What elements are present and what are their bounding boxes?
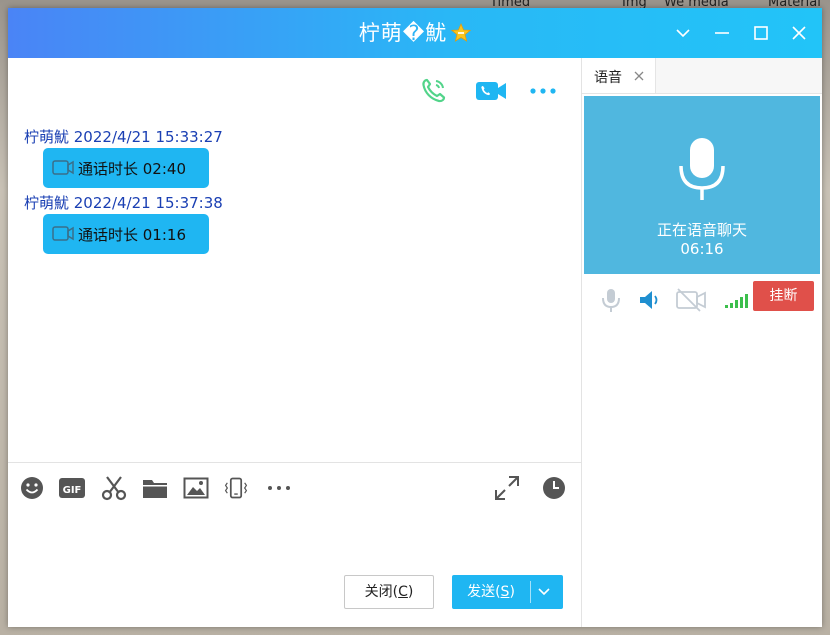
svg-text:GIF: GIF [63,485,82,496]
shake-icon[interactable] [223,475,249,501]
chat-panel: 柠萌魷 2022/4/21 15:33:27 通话时长 02:40 柠萌魷 20… [8,58,582,627]
window-title: 柠萌�魷 [8,8,822,58]
signal-strength-icon [725,294,748,308]
camera-icon [52,160,74,175]
call-duration-text: 通话时长 01:16 [78,226,186,244]
folder-icon[interactable] [142,475,168,501]
scissors-icon[interactable] [101,475,127,501]
hangup-button[interactable]: 挂断 [753,281,814,311]
gif-icon[interactable]: GIF [59,475,85,501]
mic-toggle-icon[interactable] [597,287,625,313]
input-toolbar: GIF [8,462,581,511]
side-tab-bar: 语音 [582,58,822,94]
call-status-text: 正在语音聊天 [656,221,747,239]
call-timer: 06:16 [680,240,724,258]
camera-off-icon[interactable] [675,287,707,313]
tab-voice-label: 语音 [594,70,622,86]
close-button-label: 关闭(C) [364,584,414,600]
voice-side-panel: 语音 正在语音聊天 06:16 挂断 [582,58,822,627]
expand-icon[interactable] [494,475,520,501]
call-duration-text: 通话时长 02:40 [78,160,186,178]
message-sender-time: 柠萌魷 2022/4/21 15:37:38 [24,194,223,212]
phone-icon[interactable] [418,76,452,106]
close-icon[interactable] [787,21,811,45]
voice-call-panel: 正在语音聊天 06:16 [584,96,820,274]
star-badge-icon [451,23,472,42]
title-bar[interactable]: 柠萌�魷 [8,8,822,58]
history-icon[interactable] [541,475,567,501]
contact-name: 柠萌�魷 [358,21,448,45]
call-record-bubble[interactable]: 通话时长 01:16 [43,214,209,254]
call-record-bubble[interactable]: 通话时长 02:40 [43,148,209,188]
send-divider [530,581,531,603]
chevron-down-icon[interactable] [671,21,695,45]
chevron-down-icon[interactable] [538,587,550,597]
maximize-icon[interactable] [749,21,773,45]
video-call-icon[interactable] [474,76,508,106]
tab-voice[interactable]: 语音 [582,58,656,93]
more-icon[interactable] [266,475,292,501]
speaker-icon[interactable] [635,287,663,313]
minimize-icon[interactable] [710,21,734,45]
microphone-icon [679,138,725,200]
emoji-icon[interactable] [19,475,45,501]
more-icon[interactable] [526,76,560,106]
close-icon[interactable] [634,71,644,81]
close-button[interactable]: 关闭(C) [344,575,434,609]
send-button[interactable]: 发送(S) [452,575,563,609]
image-icon[interactable] [183,475,209,501]
send-button-label: 发送(S) [467,584,515,600]
camera-icon [52,226,74,241]
chat-window: 柠萌�魷 柠萌魷 2022/4/21 15:33:27 通话时长 02:40 柠… [8,8,822,627]
message-sender-time: 柠萌魷 2022/4/21 15:33:27 [24,128,223,146]
